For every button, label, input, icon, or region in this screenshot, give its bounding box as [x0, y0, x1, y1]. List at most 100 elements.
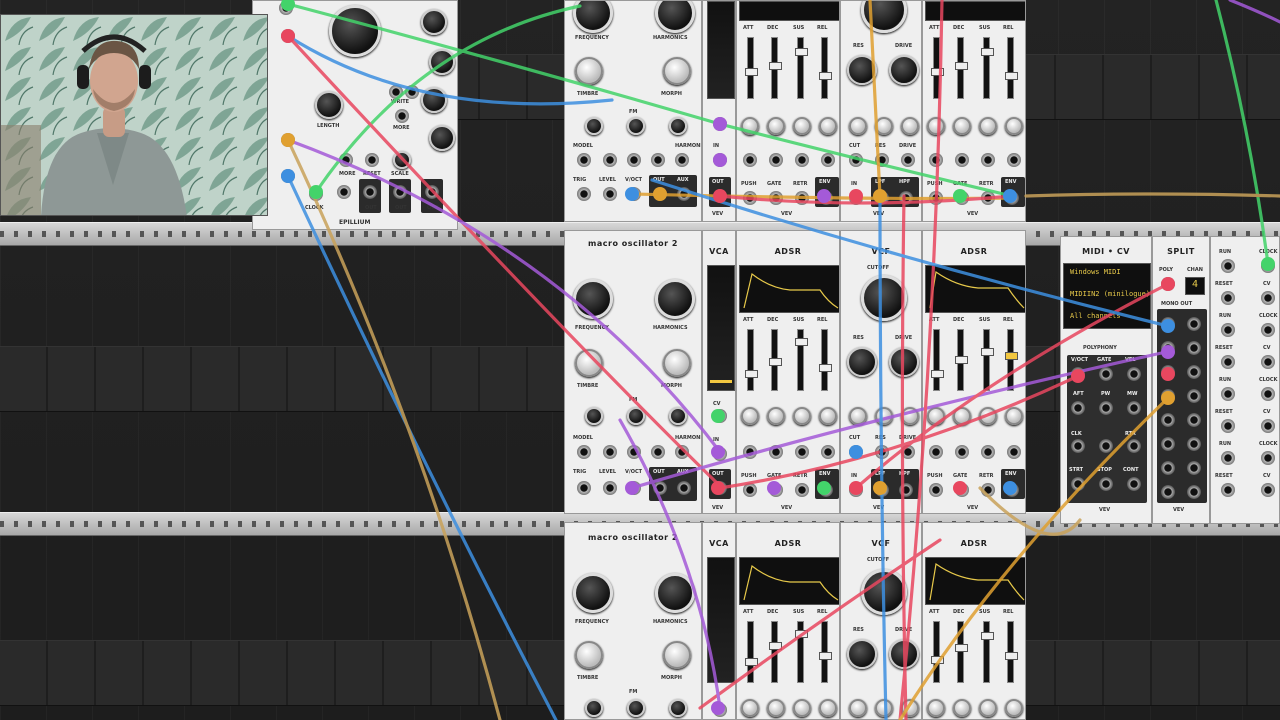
mono-out-jack[interactable]	[1161, 437, 1175, 451]
morph-knob[interactable]	[663, 349, 691, 377]
midi-channel[interactable]: All channels	[1070, 312, 1121, 320]
dec-cv-jack[interactable]	[955, 153, 969, 167]
drive-cv-knob[interactable]	[901, 117, 919, 135]
fm-atten-knob[interactable]	[627, 407, 645, 425]
mono-out-jack[interactable]	[1187, 341, 1201, 355]
retr-jack[interactable]	[795, 483, 809, 497]
release-cv-knob[interactable]	[819, 407, 837, 425]
seq-jack[interactable]	[281, 133, 295, 147]
release-fader[interactable]	[1005, 621, 1018, 683]
vel-out-jack[interactable]	[1127, 367, 1141, 381]
gate-out-jack[interactable]	[1099, 367, 1113, 381]
drive-cv-jack[interactable]	[901, 153, 915, 167]
push-button[interactable]	[743, 483, 757, 497]
sus-cv-jack[interactable]	[981, 445, 995, 459]
gate-jack[interactable]	[955, 191, 969, 205]
write-jack[interactable]	[405, 85, 419, 99]
decay-fader[interactable]	[955, 37, 968, 99]
att-cv-jack[interactable]	[743, 153, 757, 167]
sustain-cv-knob[interactable]	[979, 699, 997, 717]
mono-out-jack[interactable]	[1187, 485, 1201, 499]
start-out-jack[interactable]	[1071, 477, 1085, 491]
mono-out-jack[interactable]	[1187, 389, 1201, 403]
cut-cv-knob[interactable]	[849, 117, 867, 135]
trig-jack[interactable]	[577, 481, 591, 495]
drive-cv-knob[interactable]	[901, 407, 919, 425]
timbre-jack[interactable]	[603, 445, 617, 459]
decay-cv-knob[interactable]	[767, 407, 785, 425]
clock-jack[interactable]	[1261, 323, 1275, 337]
timbre-atten-knob[interactable]	[585, 117, 603, 135]
decay-cv-knob[interactable]	[767, 117, 785, 135]
release-cv-knob[interactable]	[819, 699, 837, 717]
poly-in-jack[interactable]	[1161, 277, 1175, 291]
mw-out-jack[interactable]	[1127, 401, 1141, 415]
clock-jack[interactable]	[309, 187, 323, 201]
frequency-knob[interactable]	[573, 279, 613, 319]
drive-cv-knob[interactable]	[901, 699, 919, 717]
decay-fader[interactable]	[769, 621, 782, 683]
res-cv-knob[interactable]	[875, 407, 893, 425]
sustain-cv-knob[interactable]	[793, 699, 811, 717]
frequency-knob[interactable]	[573, 573, 613, 613]
lpf-out-jack[interactable]	[875, 483, 889, 497]
seq-out-jack[interactable]	[363, 185, 377, 199]
seq-input-jack[interactable]	[339, 153, 353, 167]
lpf-out-jack[interactable]	[875, 191, 889, 205]
res-knob[interactable]	[847, 639, 877, 669]
timbre-knob[interactable]	[575, 641, 603, 669]
sustain-fader[interactable]	[795, 621, 808, 683]
sustain-fader[interactable]	[795, 329, 808, 391]
res-cv-knob[interactable]	[875, 117, 893, 135]
cv-jack[interactable]	[1261, 291, 1275, 305]
res-cv-jack[interactable]	[875, 445, 889, 459]
mono-out-jack[interactable]	[1161, 485, 1175, 499]
decay-cv-knob[interactable]	[953, 407, 971, 425]
push-button[interactable]	[929, 191, 943, 205]
release-fader[interactable]	[819, 621, 832, 683]
voct-jack[interactable]	[627, 187, 641, 201]
attack-cv-knob[interactable]	[741, 407, 759, 425]
mono-out-jack[interactable]	[1187, 461, 1201, 475]
sus-cv-jack[interactable]	[795, 153, 809, 167]
release-fader[interactable]	[1005, 37, 1018, 99]
morph-jack[interactable]	[651, 445, 665, 459]
attack-fader[interactable]	[931, 329, 944, 391]
cv-jack[interactable]	[1261, 355, 1275, 369]
hpf-out-jack[interactable]	[899, 483, 913, 497]
vca-out-jack[interactable]	[713, 189, 727, 203]
sequencer-main-knob[interactable]	[329, 5, 381, 57]
decay-cv-knob[interactable]	[953, 117, 971, 135]
dec-cv-jack[interactable]	[769, 153, 783, 167]
env-out-jack[interactable]	[819, 483, 833, 497]
timbre-atten-knob[interactable]	[585, 407, 603, 425]
morph-atten-knob[interactable]	[669, 699, 687, 717]
morph-atten-knob[interactable]	[669, 407, 687, 425]
attack-cv-knob[interactable]	[927, 117, 945, 135]
aft-out-jack[interactable]	[1071, 401, 1085, 415]
harmonics-knob[interactable]	[655, 1, 695, 33]
attack-cv-knob[interactable]	[741, 117, 759, 135]
fm-atten-knob[interactable]	[627, 117, 645, 135]
osc-out-jack[interactable]	[653, 481, 667, 495]
attack-fader[interactable]	[931, 37, 944, 99]
cutoff-knob[interactable]	[861, 1, 907, 33]
attack-fader[interactable]	[745, 37, 758, 99]
release-cv-knob[interactable]	[819, 117, 837, 135]
mono-out-jack[interactable]	[1187, 437, 1201, 451]
rel-cv-jack[interactable]	[1007, 153, 1021, 167]
harmonics-jack[interactable]	[675, 445, 689, 459]
length-knob[interactable]	[315, 91, 343, 119]
seq-jack[interactable]	[279, 1, 293, 15]
stop-out-jack[interactable]	[1099, 477, 1113, 491]
attack-fader[interactable]	[931, 621, 944, 683]
harmonics-knob[interactable]	[655, 279, 695, 319]
sustain-cv-knob[interactable]	[979, 117, 997, 135]
drive-knob[interactable]	[889, 639, 919, 669]
dec-cv-jack[interactable]	[769, 445, 783, 459]
retr-out-jack[interactable]	[1127, 439, 1141, 453]
release-fader[interactable]	[819, 329, 832, 391]
sustain-fader[interactable]	[981, 329, 994, 391]
retr-jack[interactable]	[981, 191, 995, 205]
release-cv-knob[interactable]	[1005, 407, 1023, 425]
